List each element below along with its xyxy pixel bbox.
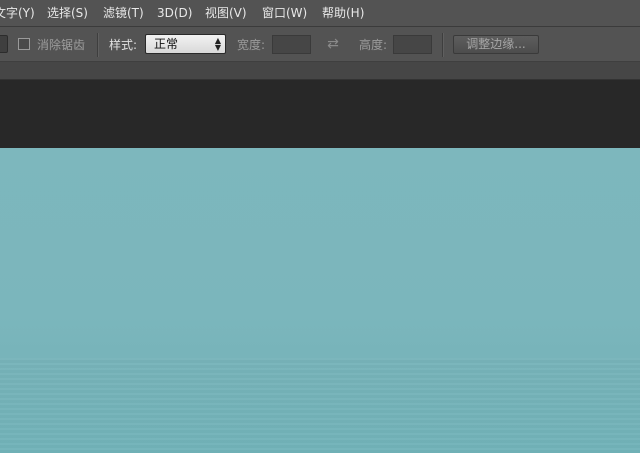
menu-view[interactable]: 视图(V): [205, 0, 247, 26]
antialias-label: 消除锯齿: [37, 38, 86, 52]
menu-3d[interactable]: 3D(D): [157, 0, 192, 26]
refine-edge-button[interactable]: 调整边缘...: [453, 35, 539, 54]
feather-field-stub[interactable]: [0, 35, 8, 53]
width-input[interactable]: [272, 35, 311, 54]
document-tab-strip: [0, 62, 640, 80]
separator: [442, 33, 444, 57]
menu-bar: 文字(Y) 选择(S) 滤镜(T) 3D(D) 视图(V) 窗口(W) 帮助(H…: [0, 0, 640, 27]
updown-caret-icon: ▲ ▼: [214, 36, 221, 52]
menu-window[interactable]: 窗口(W): [262, 0, 307, 26]
height-input[interactable]: [393, 35, 432, 54]
height-label: 高度:: [359, 38, 388, 52]
image-canvas[interactable]: [0, 148, 640, 453]
menu-select[interactable]: 选择(S): [47, 0, 88, 26]
swap-arrows-icon[interactable]: ⇄: [323, 35, 343, 53]
menu-filter[interactable]: 滤镜(T): [103, 0, 144, 26]
menu-type[interactable]: 文字(Y): [0, 0, 35, 26]
width-label: 宽度:: [237, 38, 266, 52]
style-select[interactable]: 正常 ▲ ▼: [145, 34, 226, 54]
menu-help[interactable]: 帮助(H): [322, 0, 364, 26]
style-select-value: 正常: [154, 37, 179, 51]
options-bar: 消除锯齿 样式: 正常 ▲ ▼ 宽度: ⇄ 高度: 调整边缘...: [0, 27, 640, 62]
style-label: 样式:: [109, 38, 138, 52]
separator: [97, 33, 99, 57]
antialias-checkbox[interactable]: [18, 38, 30, 50]
document-background: [0, 80, 640, 148]
